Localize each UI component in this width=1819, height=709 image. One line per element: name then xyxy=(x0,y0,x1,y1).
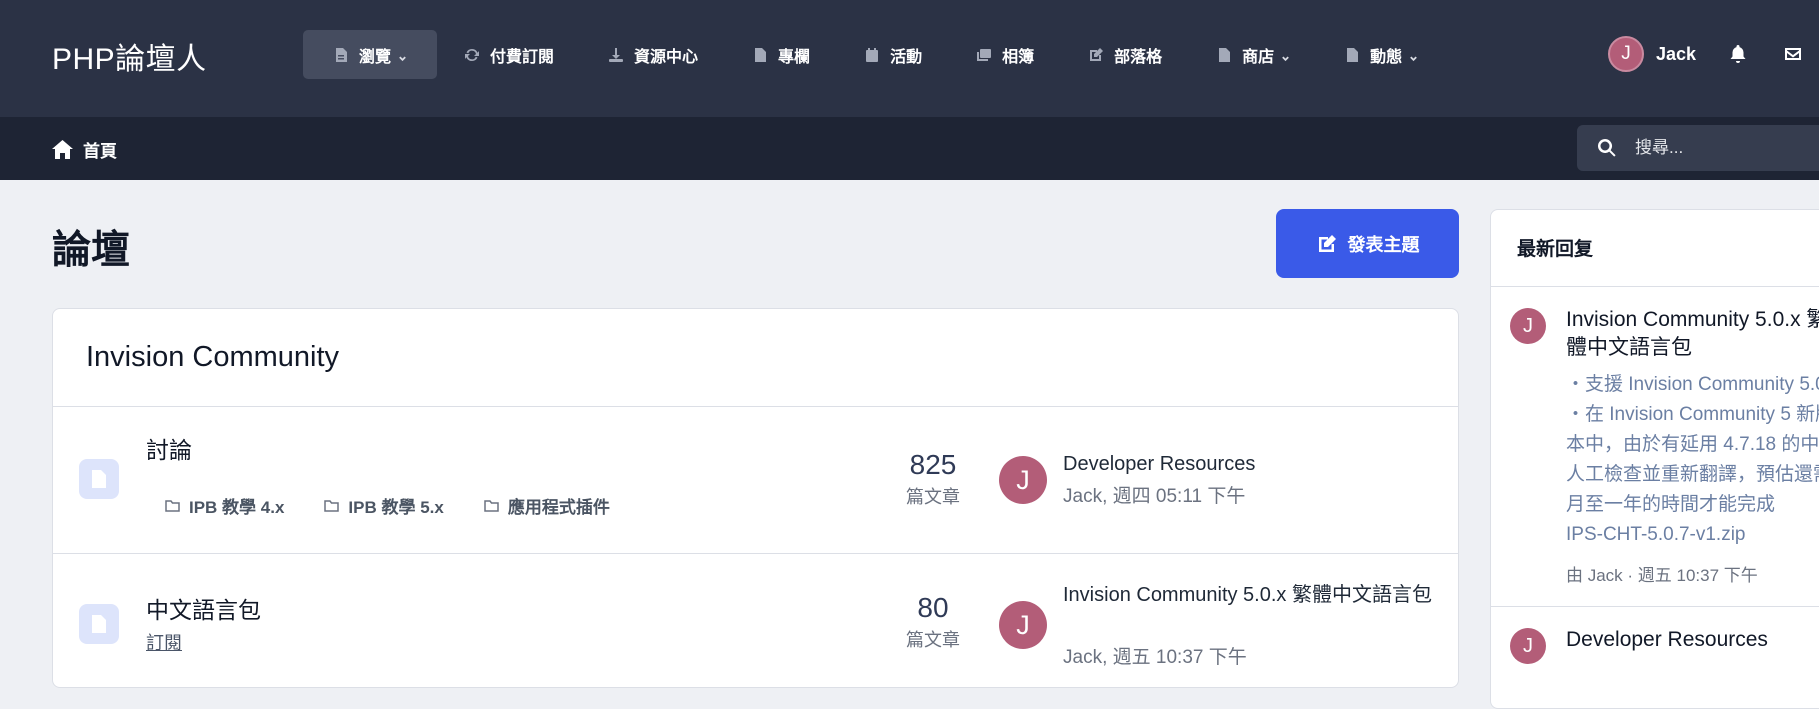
nav-label: 活動 xyxy=(890,48,923,66)
start-topic-label: 發表主題 xyxy=(1347,234,1420,255)
document-icon xyxy=(752,47,768,63)
home-icon xyxy=(52,140,73,159)
forum-status-icon xyxy=(79,604,119,644)
subforum-link[interactable]: IPB 教學 4.x xyxy=(165,493,284,518)
subforum-link[interactable]: IPB 教學 5.x xyxy=(324,493,444,518)
follow-link[interactable]: 訂閱 xyxy=(146,629,182,655)
nav-item-browse[interactable]: 瀏覽 xyxy=(303,30,438,79)
post-snippet: ・支援 Invision Community 5.0.x ・在 Invision… xyxy=(1566,370,1819,550)
avatar: J xyxy=(1608,36,1644,72)
download-icon xyxy=(608,47,624,63)
user-menu[interactable]: J Jack xyxy=(1608,36,1696,72)
document-icon xyxy=(92,470,106,488)
edit-icon xyxy=(1088,47,1104,63)
search-input[interactable] xyxy=(1635,138,1815,158)
forum-title[interactable]: 討論 xyxy=(146,431,192,465)
category-title[interactable]: Invision Community xyxy=(86,341,339,374)
snippet-line: 人工檢查並重新翻譯，預估還需要 xyxy=(1566,464,1819,485)
nav-label: 付費訂閱 xyxy=(490,48,555,66)
document-icon xyxy=(92,615,106,633)
forum-title[interactable]: 中文語言包 xyxy=(146,591,261,625)
subforum-list: IPB 教學 4.x IPB 教學 5.x 應用程式插件 xyxy=(165,493,650,518)
post-count-number: 80 xyxy=(917,592,949,623)
divider xyxy=(53,406,1458,407)
latest-posts-widget: 最新回复 J Invision Community 5.0.x 繁體中文語言包 … xyxy=(1490,209,1819,709)
post-meta: 由 Jack · 週五 10:37 下午 xyxy=(1566,566,1758,585)
bell-icon[interactable] xyxy=(1728,44,1748,64)
nav-label: 商店 xyxy=(1242,48,1275,66)
snippet-line: 本中，由於有延用 4.7.18 的中文 xyxy=(1566,434,1819,455)
images-icon xyxy=(976,47,992,63)
breadcrumb-home[interactable]: 首頁 xyxy=(52,137,117,162)
main-nav: 瀏覽 付費訂閱 資源中心 專欄 活動 相簿 部落格 商店 動態 xyxy=(303,30,1445,79)
post-title[interactable]: Developer Resources xyxy=(1566,626,1819,654)
nav-label: 瀏覽 xyxy=(359,48,392,66)
mail-icon[interactable] xyxy=(1783,44,1803,64)
post-count-label: 篇文章 xyxy=(906,630,960,650)
nav-item-events[interactable]: 活動 xyxy=(837,30,949,79)
post-title[interactable]: Invision Community 5.0.x 繁體中文語言包 xyxy=(1566,306,1819,362)
snippet-line: ・支援 Invision Community 5.0.x xyxy=(1566,374,1819,395)
avatar[interactable]: J xyxy=(999,456,1047,504)
edit-icon xyxy=(1318,234,1336,252)
forum-status-icon xyxy=(79,459,119,499)
last-post-meta: Jack, 週四 05:11 下午 xyxy=(1063,486,1246,507)
folder-icon xyxy=(484,500,499,512)
subforum-label: IPB 教學 4.x xyxy=(189,498,285,517)
chevron-down-icon xyxy=(1281,50,1290,62)
breadcrumb-bar: 首頁 xyxy=(0,117,1819,180)
chevron-down-icon xyxy=(1409,50,1418,62)
folder-icon xyxy=(165,500,180,512)
last-post-title[interactable]: Invision Community 5.0.x 繁體中文語言包 xyxy=(1063,580,1433,610)
nav-item-activity[interactable]: 動態 xyxy=(1317,30,1445,79)
divider xyxy=(1491,286,1819,287)
site-logo[interactable]: PHP論壇人 xyxy=(52,34,207,78)
search-icon xyxy=(1598,139,1616,157)
nav-label: 部落格 xyxy=(1114,48,1163,66)
chevron-down-icon xyxy=(398,50,407,62)
divider xyxy=(53,553,1458,554)
search-box[interactable] xyxy=(1577,125,1819,171)
nav-item-subscriptions[interactable]: 付費訂閱 xyxy=(437,30,581,79)
subforum-label: IPB 教學 5.x xyxy=(348,498,444,517)
last-post-meta: Jack, 週五 10:37 下午 xyxy=(1063,647,1247,668)
nav-label: 相簿 xyxy=(1002,48,1035,66)
post-count: 80 篇文章 xyxy=(878,592,988,652)
nav-item-downloads[interactable]: 資源中心 xyxy=(581,30,725,79)
nav-item-gallery[interactable]: 相簿 xyxy=(949,30,1061,79)
start-topic-button[interactable]: 發表主題 xyxy=(1276,209,1459,278)
last-post-title[interactable]: Developer Resources xyxy=(1063,449,1433,479)
snippet-line: 月至一年的時間才能完成 xyxy=(1566,494,1776,515)
nav-label: 資源中心 xyxy=(634,48,699,66)
nav-item-store[interactable]: 商店 xyxy=(1189,30,1317,79)
user-name: Jack xyxy=(1656,43,1697,64)
document-icon xyxy=(1344,47,1360,63)
nav-label: 專欄 xyxy=(778,48,811,66)
page-title: 論壇 xyxy=(52,229,131,272)
avatar[interactable]: J xyxy=(999,601,1047,649)
document-icon xyxy=(333,47,349,63)
breadcrumb-home-label: 首頁 xyxy=(83,142,117,161)
divider xyxy=(1491,606,1819,607)
top-header: PHP論壇人 瀏覽 付費訂閱 資源中心 專欄 活動 相簿 部落格 商店 動態 J… xyxy=(0,0,1819,117)
subforum-label: 應用程式插件 xyxy=(507,498,610,517)
nav-item-articles[interactable]: 專欄 xyxy=(725,30,837,79)
nav-item-blogs[interactable]: 部落格 xyxy=(1061,30,1189,79)
subforum-link[interactable]: 應用程式插件 xyxy=(484,493,610,518)
post-count-number: 825 xyxy=(909,449,957,480)
snippet-line: IPS-CHT-5.0.7-v1.zip xyxy=(1566,524,1746,545)
snippet-line: ・在 Invision Community 5 新版 xyxy=(1566,404,1819,425)
post-count: 825 篇文章 xyxy=(878,449,988,509)
forum-category-card: Invision Community 討論 IPB 教學 4.x IPB 教學 … xyxy=(52,308,1459,688)
widget-title: 最新回复 xyxy=(1517,239,1594,260)
post-count-label: 篇文章 xyxy=(906,487,960,507)
refresh-icon xyxy=(464,47,480,63)
nav-label: 動態 xyxy=(1370,48,1403,66)
calendar-icon xyxy=(864,47,880,63)
document-icon xyxy=(1216,47,1232,63)
avatar[interactable]: J xyxy=(1510,308,1546,344)
folder-icon xyxy=(324,500,340,512)
